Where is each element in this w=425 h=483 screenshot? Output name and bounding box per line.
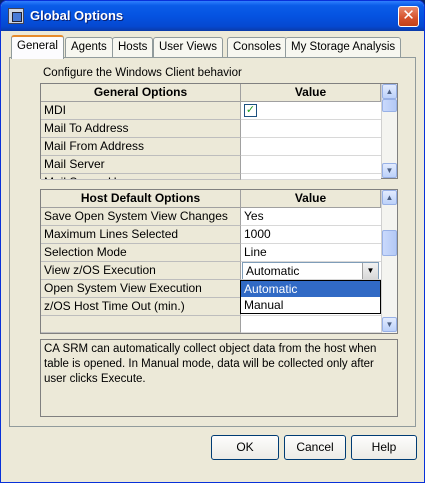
- panel-caption: Configure the Windows Client behavior: [43, 67, 242, 79]
- combo-value: Automatic: [246, 264, 300, 278]
- row-label-zos-timeout: z/OS Host Time Out (min.): [41, 298, 241, 316]
- row-value-mail-server-user[interactable]: [241, 174, 381, 180]
- row-label-save-open-system: Save Open System View Changes: [41, 208, 241, 226]
- window-title: Global Options: [30, 8, 124, 23]
- row-label-mdi: MDI: [41, 102, 241, 120]
- general-options-grid: General Options Value MDI ✓ Mail To Addr…: [40, 83, 398, 180]
- row-value-selection-mode[interactable]: Line: [241, 244, 381, 262]
- general-options-header: General Options: [41, 84, 241, 102]
- tab-my-storage-analysis[interactable]: My Storage Analysis: [285, 37, 402, 57]
- row-label-open-system-exec: Open System View Execution: [41, 280, 241, 298]
- tab-agents[interactable]: Agents: [65, 37, 113, 57]
- row-value-empty[interactable]: [241, 316, 381, 333]
- row-label-mail-server: Mail Server: [41, 156, 241, 174]
- dropdown-option-automatic[interactable]: Automatic: [241, 281, 380, 297]
- row-value-mail-server[interactable]: [241, 156, 381, 174]
- ok-button[interactable]: OK: [211, 435, 279, 460]
- row-label-selection-mode: Selection Mode: [41, 244, 241, 262]
- row-value-mail-from[interactable]: [241, 138, 381, 156]
- mdi-checkbox[interactable]: ✓: [244, 104, 257, 117]
- app-icon: [8, 8, 24, 24]
- host-options-header: Host Default Options: [41, 190, 241, 208]
- general-value-header: Value: [241, 84, 381, 102]
- dropdown-option-manual[interactable]: Manual: [241, 297, 380, 313]
- row-value-view-zos: Automatic ▼: [241, 262, 381, 280]
- host-value-header: Value: [241, 190, 381, 208]
- scroll-up-icon[interactable]: ▲: [382, 84, 397, 99]
- title-bar: Global Options ✕: [1, 1, 424, 31]
- row-label-view-zos: View z/OS Execution: [41, 262, 241, 280]
- tab-consoles[interactable]: Consoles: [227, 37, 287, 57]
- scroll-up-icon[interactable]: ▲: [382, 190, 397, 205]
- general-grid-scrollbar[interactable]: ▲ ▼: [381, 84, 397, 178]
- execution-dropdown-list: Automatic Manual: [240, 280, 381, 314]
- scroll-down-icon[interactable]: ▼: [382, 317, 397, 332]
- scroll-thumb[interactable]: [382, 99, 397, 112]
- view-zos-combo[interactable]: Automatic ▼: [242, 262, 379, 279]
- tab-general[interactable]: General: [11, 35, 64, 59]
- help-button[interactable]: Help: [351, 435, 417, 460]
- row-value-mail-to[interactable]: [241, 120, 381, 138]
- cancel-button[interactable]: Cancel: [284, 435, 346, 460]
- scroll-down-icon[interactable]: ▼: [382, 163, 397, 178]
- row-label-mail-server-user: Mail Server User: [41, 174, 241, 180]
- row-value-save-open-system[interactable]: Yes: [241, 208, 381, 226]
- host-grid-scrollbar[interactable]: ▲ ▼: [381, 190, 397, 333]
- global-options-dialog: Global Options ✕ General Agents Hosts Us…: [0, 0, 425, 483]
- row-label-empty: [41, 316, 241, 333]
- row-label-mail-from: Mail From Address: [41, 138, 241, 156]
- option-description: CA SRM can automatically collect object …: [40, 339, 398, 417]
- tab-user-views[interactable]: User Views: [153, 37, 223, 57]
- scroll-thumb[interactable]: [382, 230, 397, 256]
- close-button[interactable]: ✕: [398, 6, 419, 27]
- row-value-max-lines[interactable]: 1000: [241, 226, 381, 244]
- row-label-max-lines: Maximum Lines Selected: [41, 226, 241, 244]
- chevron-down-icon[interactable]: ▼: [362, 263, 378, 279]
- tab-hosts[interactable]: Hosts: [112, 37, 154, 57]
- row-label-mail-to: Mail To Address: [41, 120, 241, 138]
- row-value-mdi[interactable]: ✓: [241, 102, 381, 120]
